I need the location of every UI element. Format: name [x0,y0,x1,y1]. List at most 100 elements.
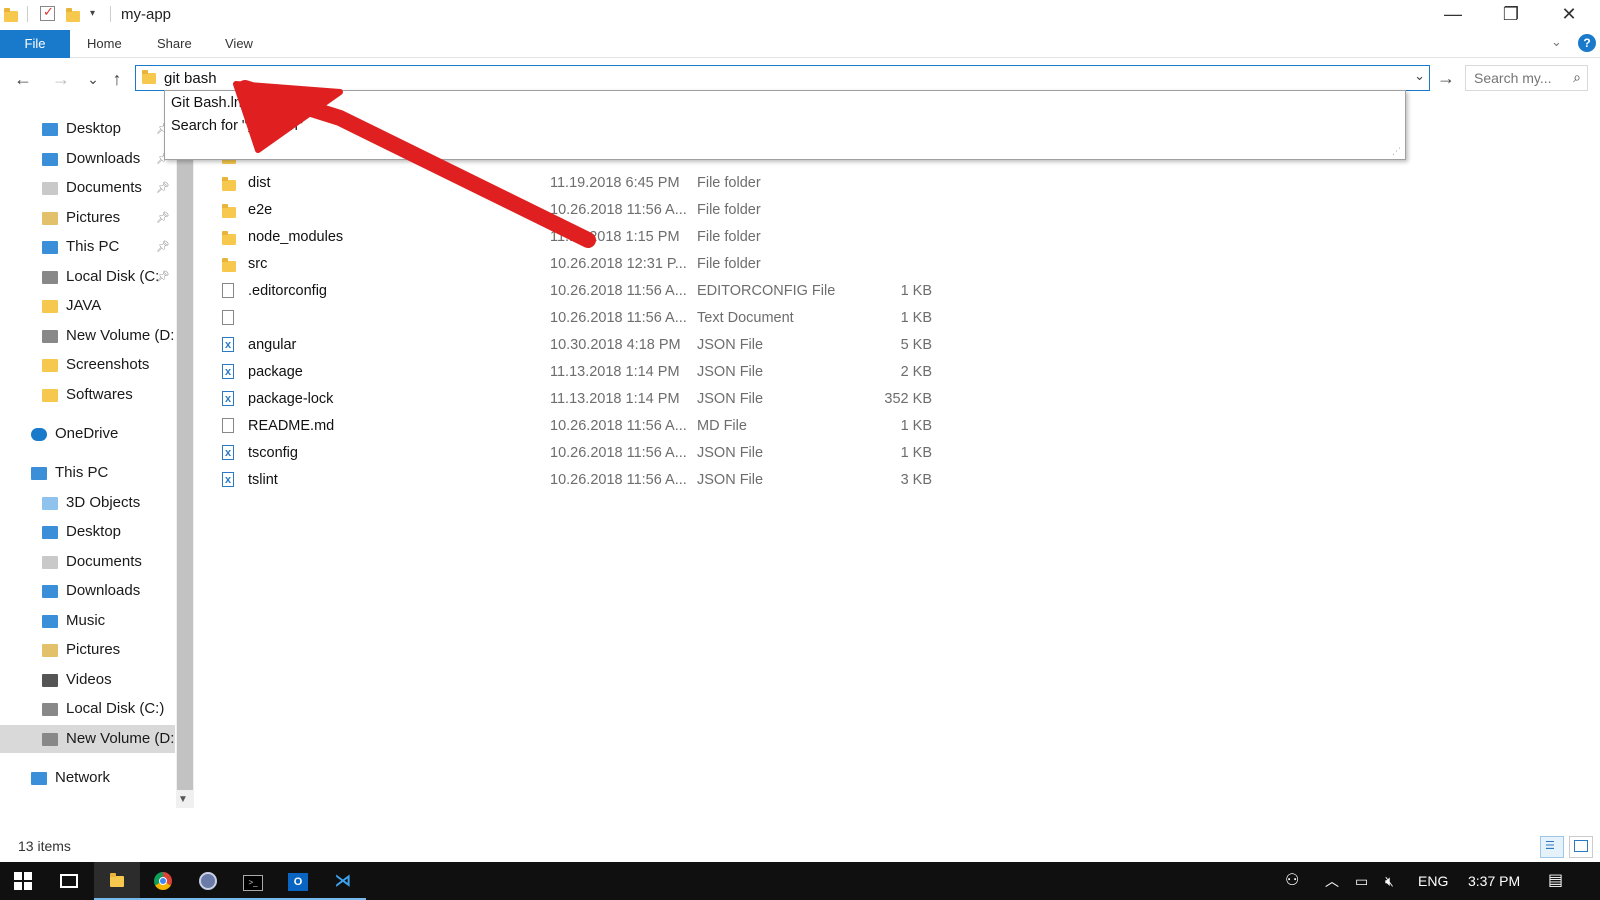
file-date: 11.13.2018 1:15 PM [550,229,680,245]
search-icon[interactable]: ⌕ [1573,69,1581,86]
show-hidden-icons-icon[interactable]: ︿ [1325,862,1339,900]
tab-file[interactable]: File [0,30,70,58]
file-date: 10.26.2018 11:56 A... [550,472,687,488]
search-box[interactable]: ⌕ [1465,65,1588,91]
file-row[interactable]: package-lock 11.13.2018 1:14 PM JSON File 3… [222,386,1132,413]
settings-app-taskbar[interactable] [185,862,231,900]
go-button[interactable]: → [1434,66,1458,90]
file-explorer-taskbar[interactable] [94,862,140,900]
file-row[interactable]: package 11.13.2018 1:14 PM JSON File 2 KB [222,359,1132,386]
autocomplete-item[interactable]: Git Bash.lnk [171,92,249,114]
file-row[interactable]: README.md 10.26.2018 11:56 A... MD File 1 K… [222,413,1132,440]
3d-objects-icon [42,497,58,510]
file-row[interactable]: angular 10.30.2018 4:18 PM JSON File 5 KB [222,332,1132,359]
outlook-taskbar[interactable]: O [275,862,321,900]
scrollbar[interactable]: ▼ [176,100,194,808]
details-view-button[interactable]: ☰ [1540,836,1564,858]
volume-muted-icon[interactable]: 🔇︎ [1385,862,1394,900]
network-status-icon[interactable]: ▭ [1355,862,1368,900]
file-type: File folder [697,202,761,218]
file-row[interactable]: tsconfig 10.26.2018 11:56 A... JSON File 1 … [222,440,1132,467]
autocomplete-item[interactable]: Search for "git bash" [171,115,303,137]
minimize-button[interactable]: — [1424,0,1482,30]
file-row[interactable]: .editorconfig 10.26.2018 11:56 A... EDITOR… [222,278,1132,305]
address-autocomplete: Git Bash.lnk Search for "git bash" ⋰ [164,90,1406,160]
file-size: 5 KB [900,337,932,353]
sidebar-item[interactable]: Music [0,607,175,635]
sidebar-item[interactable]: Local Disk (C: 📌︎ [0,263,175,291]
action-center-icon[interactable]: ▤ [1548,862,1563,900]
address-bar[interactable]: ⌄ [135,65,1430,91]
sidebar-item[interactable]: Local Disk (C:) [0,695,175,723]
sidebar-item[interactable]: OneDrive [0,420,175,448]
vscode-taskbar[interactable]: ⋊ [320,862,366,900]
chevron-down-icon[interactable]: ⌄ [1414,68,1425,84]
file-row[interactable]: node_modules 11.13.2018 1:15 PM File folde… [222,224,1132,251]
sidebar-item[interactable]: JAVA [0,292,175,320]
file-explorer-window: ✓ ▾ my-app — ❐ ✕ File Home Share View ⌄ … [0,0,1600,900]
sidebar-item-label: OneDrive [55,425,119,442]
new-folder-icon[interactable] [66,6,82,22]
file-type: JSON File [697,472,764,488]
people-icon[interactable]: ⚇ [1285,862,1299,900]
sidebar-item[interactable]: Network [0,764,175,792]
file-row[interactable]: dist 11.19.2018 6:45 PM File folder [222,170,1132,197]
tab-view[interactable]: View [225,30,253,58]
scroll-down-icon[interactable]: ▼ [178,794,188,805]
sidebar-item[interactable]: Downloads 📌︎ [0,145,175,173]
task-view-button[interactable] [46,862,92,900]
restore-button[interactable]: ❐ [1482,0,1540,30]
scrollbar-thumb[interactable] [177,100,193,790]
tab-home[interactable]: Home [87,30,122,58]
chrome-taskbar[interactable] [140,862,186,900]
terminal-icon: >_ [243,875,263,891]
search-input[interactable] [1474,69,1564,87]
sidebar-item[interactable]: Documents [0,548,175,576]
sidebar-item[interactable]: New Volume (D: [0,725,175,753]
help-icon[interactable]: ? [1578,34,1596,52]
documents-icon [42,556,58,569]
close-button[interactable]: ✕ [1540,0,1598,30]
sidebar-item[interactable]: Desktop 📌︎ [0,115,175,143]
clock[interactable]: 3:37 PM [1468,862,1520,900]
tab-share[interactable]: Share [157,30,192,58]
back-button[interactable]: ← [12,68,34,90]
sidebar-item[interactable]: Documents 📌︎ [0,174,175,202]
sidebar-item[interactable]: Pictures 📌︎ [0,204,175,232]
sidebar-item[interactable]: Softwares [0,381,175,409]
sidebar-item[interactable]: This PC [0,459,175,487]
customize-quick-access-icon[interactable]: ▾ [90,8,106,24]
sidebar-item[interactable]: Pictures [0,636,175,664]
videos-icon [42,674,58,687]
forward-button[interactable]: → [50,68,72,90]
status-bar: 13 items ☰ [0,836,1600,862]
sidebar-item-label: Documents [66,553,142,570]
sidebar-item[interactable]: This PC 📌︎ [0,233,175,261]
this-pc-icon [42,241,58,254]
file-row[interactable]: e2e 10.26.2018 11:56 A... File folder [222,197,1132,224]
file-row[interactable]: tslint 10.26.2018 11:56 A... JSON File 3 KB [222,467,1132,494]
start-button[interactable] [0,862,46,900]
sidebar-item[interactable]: 3D Objects [0,489,175,517]
terminal-taskbar[interactable]: >_ [230,862,276,900]
sidebar-item[interactable]: Screenshots [0,351,175,379]
recent-locations-button[interactable]: ⌄ [82,68,104,90]
properties-check-icon[interactable]: ✓ [40,4,55,21]
sidebar-item[interactable]: Desktop [0,518,175,546]
sidebar-item[interactable]: Downloads [0,577,175,605]
sidebar-item-label: 3D Objects [66,494,141,511]
language-indicator[interactable]: ENG [1418,862,1448,900]
file-size: 352 KB [884,391,932,407]
expand-ribbon-icon[interactable]: ⌄ [1551,34,1562,50]
windows-logo-icon [14,872,32,890]
address-input[interactable] [164,68,1394,88]
sidebar-item[interactable]: Videos [0,666,175,694]
file-row[interactable]: 10.26.2018 11:56 A... Text Document 1 KB [222,305,1132,332]
file-row[interactable]: src 10.26.2018 12:31 P... File folder [222,251,1132,278]
large-icons-view-button[interactable] [1569,836,1593,858]
resize-grip-icon[interactable]: ⋰ [1392,146,1401,157]
up-button[interactable]: ↑ [106,68,128,90]
pin-icon: 📌︎ [156,241,170,253]
pin-icon: 📌︎ [156,182,170,194]
sidebar-item[interactable]: New Volume (D: [0,322,175,350]
